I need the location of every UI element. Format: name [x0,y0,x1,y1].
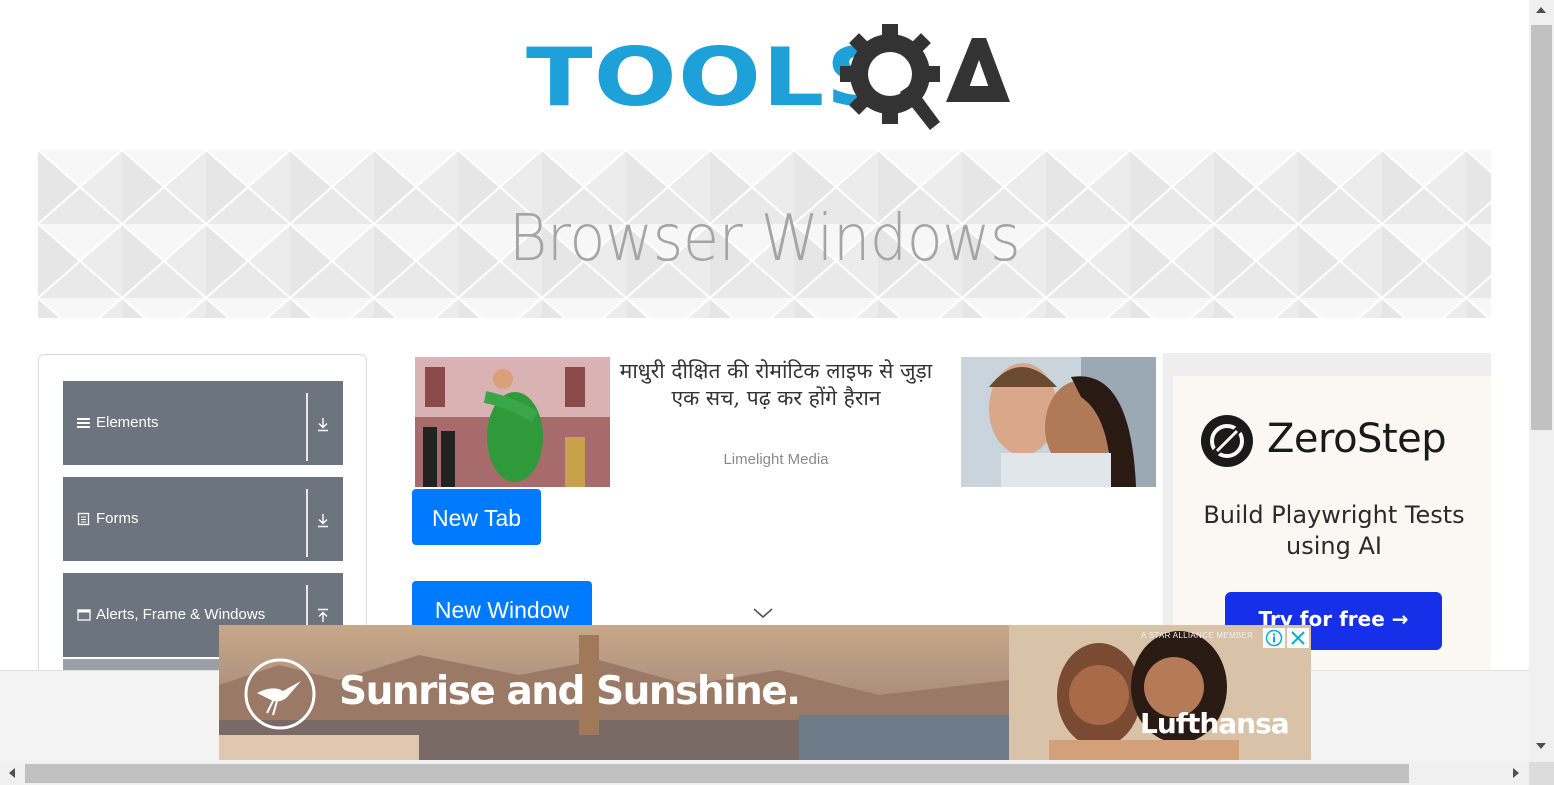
logo-gear-icon [840,24,940,130]
scroll-down-arrow-icon[interactable] [1535,741,1547,751]
toolsqa-logo[interactable]: TOOLS [526,22,1010,134]
lufthansa-headline: Sunrise and Sunshine. [339,669,801,714]
page-title: Browser Windows [508,202,1021,276]
group-divider [306,489,308,557]
sidebar-group-label: Forms [96,510,139,527]
chevron-down-icon[interactable] [752,606,774,620]
lufthansa-brand: Lufthansa [1140,707,1290,740]
download-arrow-icon[interactable] [315,415,331,433]
hamburger-icon [77,418,90,428]
native-ad-image-dancer[interactable] [415,357,610,487]
logo-a-letter [946,38,1010,102]
lufthansa-crane-logo-icon [244,658,316,730]
zerostep-tagline: Build Playwright Tests using AI [1203,501,1465,560]
scrollbar-corner [1529,762,1554,785]
couple-photo [961,357,1156,487]
native-ad-image-couple[interactable] [961,357,1156,487]
sidebar-group-label: Alerts, Frame & Windows [96,606,266,623]
dancer-photo [415,357,610,487]
close-icon[interactable] [1287,628,1309,648]
lufthansa-ad[interactable]: Sunrise and Sunshine. A STAR ALLIANCE ME… [219,625,1311,760]
zerostep-brand: ZeroStep [1267,416,1447,462]
group-divider [306,393,308,461]
page-banner: Browser Windows [38,150,1491,318]
download-arrow-icon[interactable] [315,511,331,529]
native-ad-headline[interactable]: माधुरी दीक्षित की रोमांटिक लाइफ से जुड़ा… [612,358,940,412]
scroll-right-arrow-icon[interactable] [1511,767,1521,779]
sidebar-group-elements[interactable]: Elements [63,381,343,465]
zerostep-logo-icon [1201,415,1253,467]
vertical-scrollbar-thumb[interactable] [1531,25,1552,430]
scroll-up-arrow-icon[interactable] [1535,5,1547,15]
sidebar-group-label: Elements [96,414,159,431]
scroll-left-arrow-icon[interactable] [7,767,17,779]
star-alliance-text: A STAR ALLIANCE MEMBER [1141,631,1254,640]
horizontal-scrollbar-thumb[interactable] [25,764,1409,783]
info-icon[interactable] [1263,628,1285,648]
upload-arrow-icon[interactable] [315,607,331,625]
window-icon [77,609,91,621]
new-tab-button[interactable]: New Tab [412,489,541,545]
sidebar-group-forms[interactable]: Forms [63,477,343,561]
native-ad-source[interactable]: Limelight Media [612,451,940,468]
document-icon [77,512,90,526]
